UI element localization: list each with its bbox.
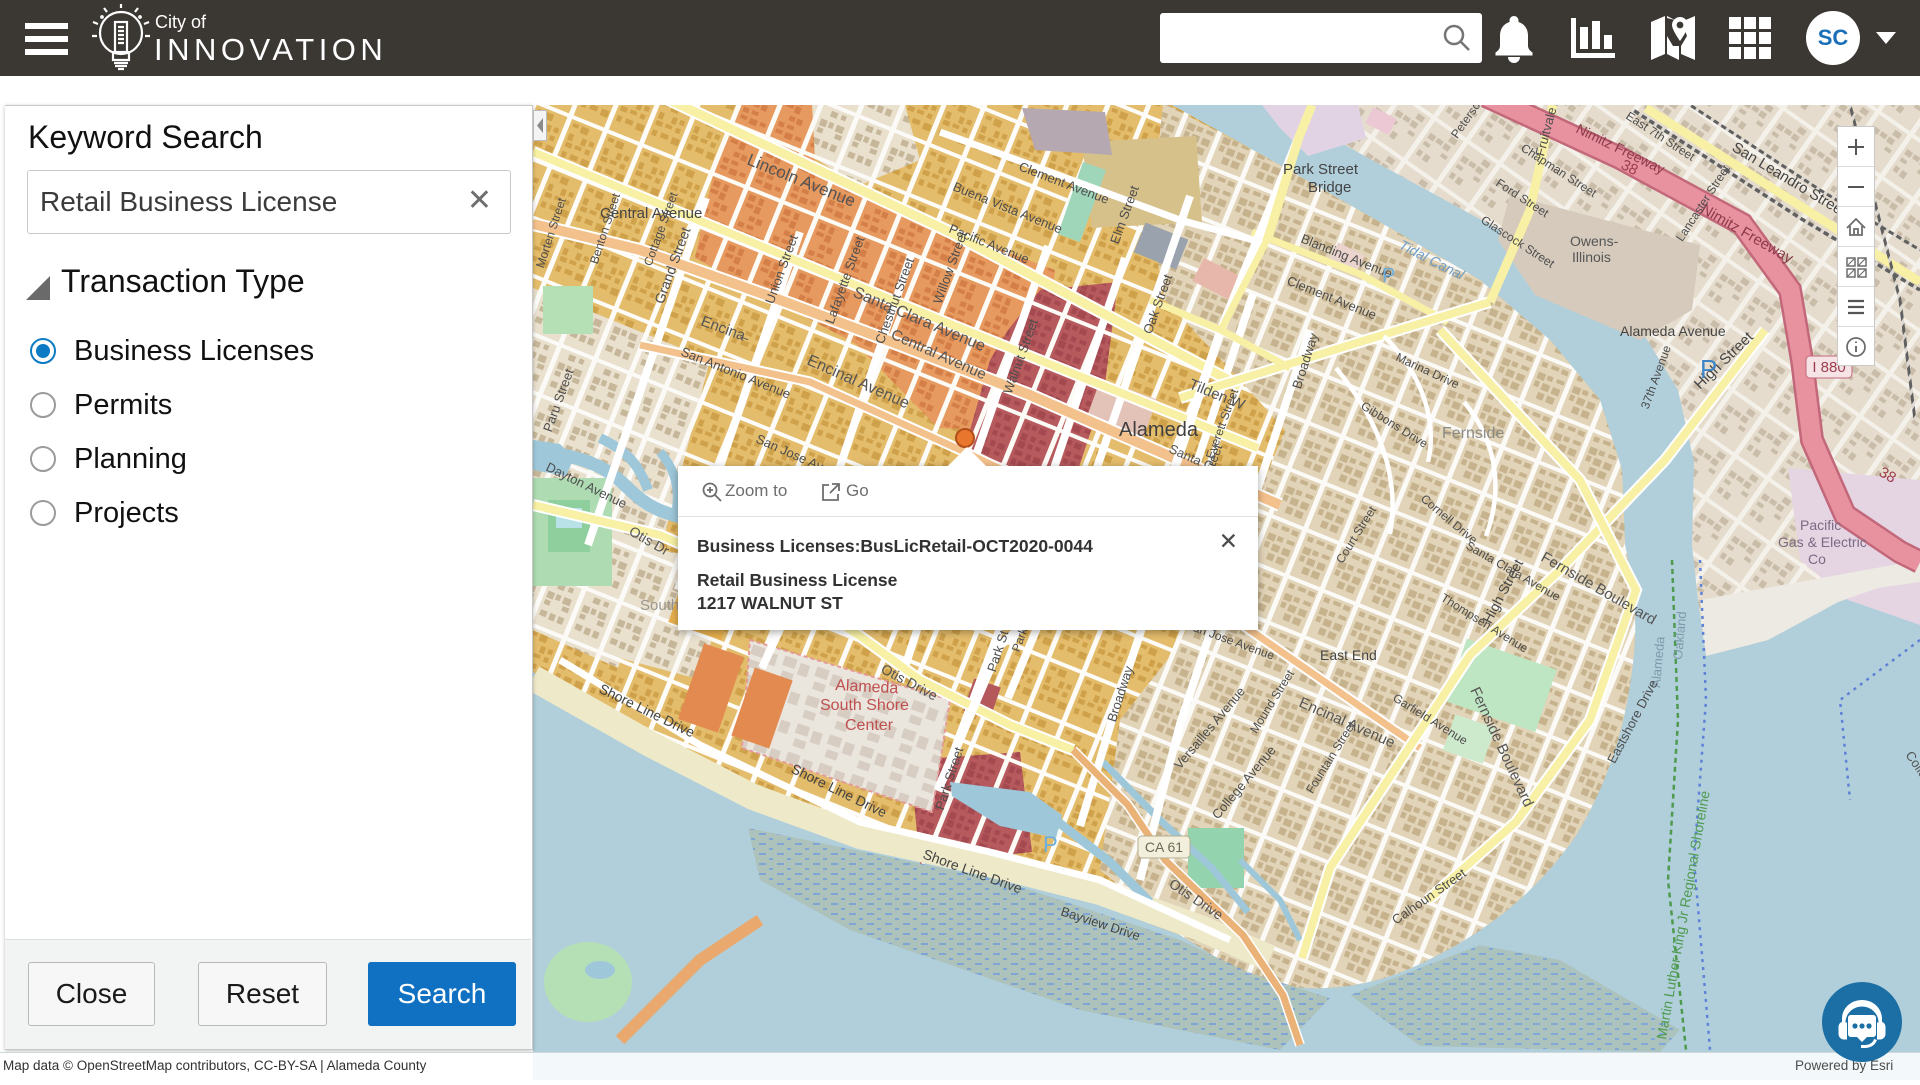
svg-text:Center: Center — [845, 717, 894, 734]
svg-text:Co: Co — [1808, 551, 1826, 567]
svg-text:P: P — [1382, 265, 1395, 287]
svg-text:East End: East End — [1320, 647, 1377, 663]
svg-text:P: P — [1043, 832, 1058, 857]
svg-text:Bridge: Bridge — [1308, 179, 1351, 196]
svg-text:P: P — [1700, 354, 1717, 384]
svg-text:CA 61: CA 61 — [1145, 839, 1183, 855]
svg-text:Pacific: Pacific — [1800, 517, 1841, 533]
svg-text:Fernside: Fernside — [1442, 425, 1504, 442]
svg-text:Illinois: Illinois — [1572, 249, 1611, 265]
svg-text:Owens-: Owens- — [1570, 233, 1619, 249]
svg-text:Gas & Electric: Gas & Electric — [1778, 534, 1867, 550]
svg-text:South Shore: South Shore — [820, 697, 909, 714]
svg-text:Alameda: Alameda — [835, 677, 899, 697]
svg-text:Alameda: Alameda — [1119, 419, 1199, 441]
svg-text:Alameda Avenue: Alameda Avenue — [1620, 323, 1726, 339]
svg-text:Park Street: Park Street — [1283, 161, 1359, 178]
